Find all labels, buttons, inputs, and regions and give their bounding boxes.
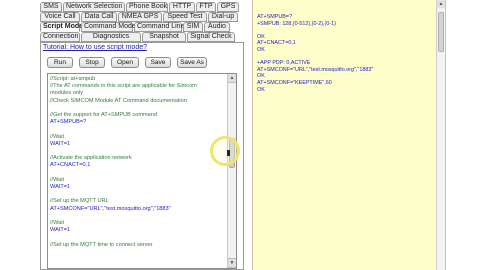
- left-pane: SMS Network Selection Phone Book HTTP FT…: [0, 0, 248, 270]
- tab-nmea-gps[interactable]: NMEA GPS: [118, 12, 162, 22]
- script-line: AT+SMPUB=?: [50, 119, 87, 126]
- tab-row-1: SMS Network Selection Phone Book HTTP FT…: [40, 2, 240, 12]
- editor-scrollbar[interactable]: ▲ ▼: [227, 74, 236, 268]
- save-button[interactable]: Save: [145, 57, 171, 68]
- scroll-up-icon[interactable]: ▲: [228, 74, 236, 83]
- script-line: //The AT commands in this script are app…: [50, 83, 197, 90]
- script-line: //Wait: [50, 133, 65, 140]
- right-margin: [446, 0, 480, 270]
- terminal-line: OK: [257, 73, 265, 80]
- tab-http[interactable]: HTTP: [169, 2, 195, 12]
- tab-audio[interactable]: Audio: [204, 22, 230, 32]
- script-editor[interactable]: //Script: at+smpub//The AT commands in t…: [47, 73, 237, 269]
- tab-sms[interactable]: SMS: [40, 2, 62, 12]
- tab-row-4: Connection Diagnostics Snapshot Signal C…: [40, 32, 240, 42]
- script-line: AT+CNACT=0,1: [50, 162, 91, 169]
- script-line: //Set up the MQTT time to connect server: [50, 241, 153, 248]
- script-line: //Get the support for AT+SMPUB command: [50, 112, 157, 119]
- terminal-scrollbar[interactable]: ▲: [436, 0, 445, 270]
- terminal-line: AT+SMCONF="KEEPTIME",60: [257, 79, 332, 86]
- terminal-text: AT+SMPUB=? +SMPUB: 128,(0-512),(0-2),(0-1…: [257, 14, 373, 93]
- script-line: [50, 126, 226, 133]
- scroll-up-icon[interactable]: ▲: [437, 0, 445, 8]
- tab-command-line[interactable]: Command Line: [134, 22, 184, 32]
- save-as-button[interactable]: Save As: [177, 57, 207, 68]
- text-cursor-icon: [227, 150, 230, 156]
- tab-connection[interactable]: Connection: [40, 32, 80, 42]
- tab-row-2: Voice Call Data Call NMEA GPS Speed Test…: [40, 12, 240, 22]
- cursor-highlight: [210, 136, 240, 166]
- script-line: //Activate the application network: [50, 155, 132, 162]
- tab-bar: SMS Network Selection Phone Book HTTP FT…: [40, 2, 240, 42]
- tab-sim[interactable]: SIM: [183, 22, 203, 32]
- tab-snapshot[interactable]: Snapshot: [142, 32, 186, 42]
- tab-diagnostics[interactable]: Diagnostics: [81, 32, 141, 42]
- script-line: //Wait: [50, 176, 65, 183]
- tab-signal-check[interactable]: Signal Check: [187, 32, 235, 42]
- terminal-line: AT+CNACT=0,1: [257, 40, 296, 47]
- script-line: [50, 148, 226, 155]
- tab-dial-up[interactable]: Dial-up: [208, 12, 238, 22]
- terminal-line: OK: [257, 86, 265, 93]
- stop-button[interactable]: Stop: [79, 57, 105, 68]
- scroll-down-icon[interactable]: ▼: [228, 258, 236, 268]
- script-line: WAIT=1: [50, 227, 71, 234]
- script-line: [50, 213, 226, 220]
- tutorial-link[interactable]: Tutorial: How to use script mode?: [43, 44, 147, 51]
- tab-voice-call[interactable]: Voice Call: [40, 12, 80, 22]
- tab-phone-book[interactable]: Phone Book: [126, 2, 168, 12]
- terminal-line: OK: [257, 33, 265, 40]
- terminal-line: AT+SMCONF="URL","test.mosquitto.org","18…: [257, 66, 374, 73]
- terminal-output[interactable]: AT+SMPUB=? +SMPUB: 128,(0-512),(0-2),(0-1…: [252, 0, 446, 270]
- tab-data-call[interactable]: Data Call: [81, 12, 117, 22]
- tab-speed-test[interactable]: Speed Test: [163, 12, 207, 22]
- tab-row-3: Script Mode Command Mode Command Line SI…: [40, 22, 240, 32]
- script-line: //Check SIMCOM Module AT Command documen…: [50, 97, 187, 104]
- script-line: //Script: at+smpub: [50, 76, 96, 82]
- tab-network-selection[interactable]: Network Selection: [63, 2, 125, 12]
- tab-script-mode[interactable]: Script Mode: [40, 22, 83, 32]
- scrollbar-thumb[interactable]: [438, 12, 444, 52]
- tab-ftp[interactable]: FTP: [196, 2, 216, 12]
- script-text: //Script: at+smpub//The AT commands in t…: [50, 76, 226, 249]
- terminal-line: OK: [257, 46, 265, 53]
- script-line: WAIT=1: [50, 184, 71, 191]
- tab-command-mode[interactable]: Command Mode: [81, 22, 136, 32]
- script-line: AT+SMCONF="URL","test.mosquitto.org","18…: [50, 205, 171, 212]
- script-line: [50, 105, 226, 112]
- script-toolbar: Run Stop Open Save Save As: [47, 57, 207, 68]
- script-line: WAIT=1: [50, 140, 71, 147]
- script-line: [50, 234, 226, 241]
- tab-gps[interactable]: GPS: [217, 2, 239, 12]
- open-button[interactable]: Open: [111, 57, 139, 68]
- terminal-line: +APP PDP: 0,ACTIVE: [257, 60, 311, 67]
- script-line: [50, 170, 226, 177]
- script-line: //Wait: [50, 220, 65, 227]
- terminal-line: AT+SMPUB=?: [257, 14, 292, 20]
- terminal-line: +SMPUB: 128,(0-512),(0-2),(0-1): [257, 20, 336, 27]
- script-line: //Set up the MQTT URL: [50, 198, 109, 205]
- script-line: [50, 191, 226, 198]
- run-button[interactable]: Run: [47, 57, 73, 68]
- script-line: modules only: [50, 90, 83, 97]
